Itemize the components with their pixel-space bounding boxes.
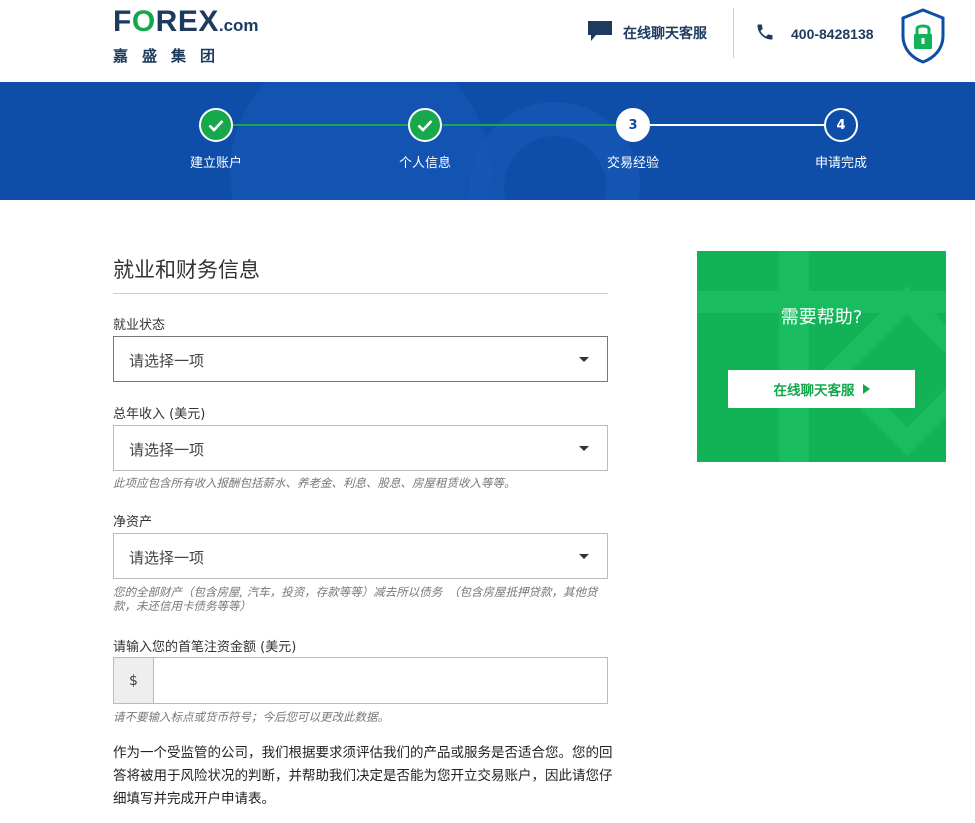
phone-link[interactable]: 400-8428138 (755, 22, 874, 46)
logo-subtitle: 嘉盛集团 (113, 47, 230, 65)
section-title: 就业和财务信息 (113, 258, 260, 282)
networth-select[interactable]: 请选择一项 (113, 533, 608, 579)
deposit-hint: 请不要输入标点或货币符号；今后您可以更改此数据。 (113, 710, 389, 724)
help-title: 需要帮助? (780, 307, 863, 328)
step-label: 个人信息 (398, 156, 451, 171)
caret-down-icon (579, 446, 589, 451)
currency-prefix: $ (114, 658, 154, 703)
income-select[interactable]: 请选择一项 (113, 425, 608, 471)
progress-track-done (233, 124, 409, 126)
play-arrow-icon (862, 384, 870, 394)
checkmark-icon (417, 119, 433, 132)
caret-down-icon (579, 357, 589, 362)
logo-wordmark: FOREX.com (113, 5, 259, 38)
deposit-input[interactable] (154, 658, 607, 703)
step-3-current: 3 (616, 108, 650, 142)
caret-down-icon (579, 554, 589, 559)
deposit-field: $ (113, 657, 608, 704)
step-2-check (408, 108, 442, 142)
step-label: 建立账户 (189, 156, 242, 171)
networth-label: 净资产 (113, 515, 153, 530)
forex-logo[interactable]: FOREX.com 嘉盛集团 (113, 7, 259, 66)
section-divider (113, 293, 608, 294)
employment-select[interactable]: 请选择一项 (113, 336, 608, 382)
live-chat-button[interactable]: 在线聊天客服 (728, 370, 915, 408)
step-label: 申请完成 (814, 156, 867, 171)
security-shield-icon (900, 8, 946, 68)
income-value: 请选择一项 (129, 441, 205, 459)
deposit-label: 请输入您的首笔注资金额 (美元) (113, 640, 297, 655)
header-divider (733, 8, 734, 58)
live-chat-link[interactable]: 在线聊天客服 (587, 20, 707, 46)
regulatory-disclaimer: 作为一个受监管的公司，我们根据要求须评估我们的产品或服务是否适合您。您的回答将被… (113, 745, 613, 807)
networth-value: 请选择一项 (129, 549, 205, 567)
band-decoration (470, 102, 640, 200)
checkmark-icon (208, 119, 224, 132)
employment-value: 请选择一项 (129, 352, 205, 370)
networth-hint: 您的全部财产（包含房屋, 汽车，投资，存款等等）减去所以债务 （包含房屋抵押贷款… (113, 585, 598, 613)
step-label: 交易经验 (606, 156, 659, 171)
top-header: FOREX.com 嘉盛集团 在线聊天客服 400-8428138 (0, 0, 975, 82)
income-label: 总年收入 (美元) (113, 407, 206, 422)
phone-number: 400-8428138 (791, 26, 874, 42)
progress-band: 3 4 建立账户 个人信息 交易经验 申请完成 (0, 82, 975, 200)
live-chat-button-label: 在线聊天客服 (773, 383, 855, 399)
income-hint: 此项应包含所有收入报酬包括薪水、养老金、利息、股息、房屋租赁收入等等。 (113, 476, 516, 490)
help-card: 需要帮助? 在线聊天客服 (697, 251, 946, 462)
employment-label: 就业状态 (113, 318, 166, 333)
step-4-todo: 4 (824, 108, 858, 142)
band-decoration (230, 82, 490, 200)
step-1-check (199, 108, 233, 142)
help-decoration (779, 251, 809, 462)
progress-track-done (442, 124, 617, 126)
live-chat-label: 在线聊天客服 (623, 26, 707, 42)
chat-bubble-icon (587, 20, 613, 46)
phone-icon (755, 22, 775, 46)
progress-track-todo (650, 124, 825, 126)
